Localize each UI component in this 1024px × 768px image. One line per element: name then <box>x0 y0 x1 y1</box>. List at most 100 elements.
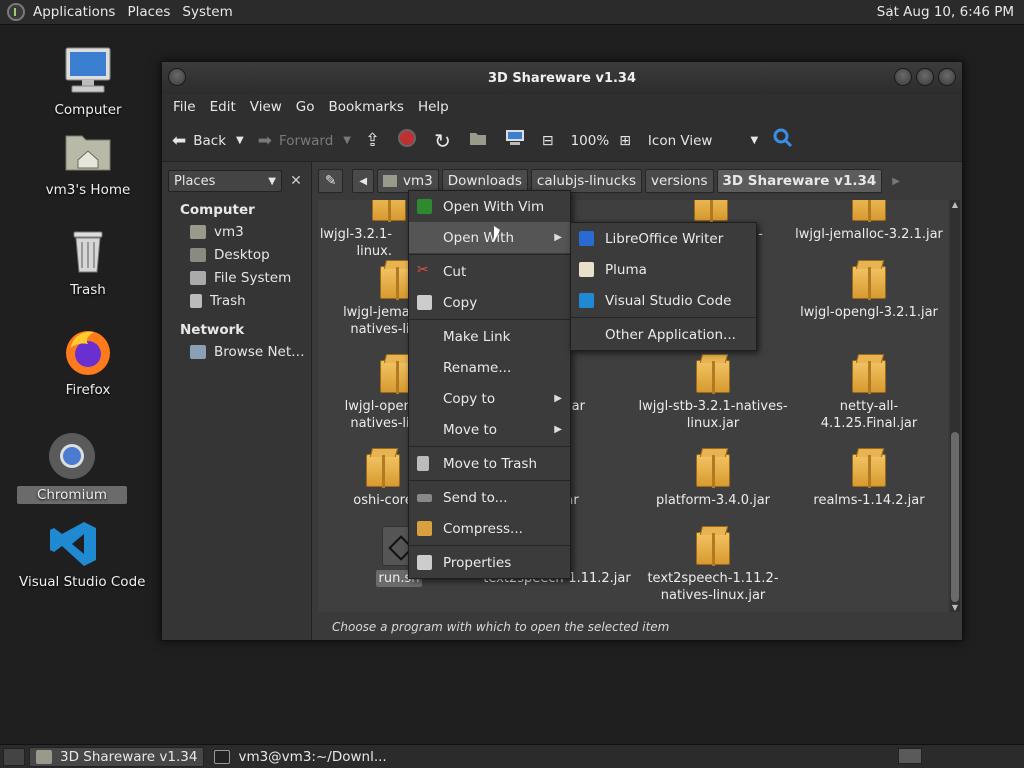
menu-item-move-to-trash[interactable]: Move to Trash <box>409 448 570 479</box>
file-item[interactable]: platform-3.4.0.jar <box>638 448 788 509</box>
forward-button[interactable]: ➡ Forward ▼ <box>258 131 355 151</box>
sidebar-item-trash[interactable]: Trash <box>162 289 311 312</box>
taskbar: 3D Shareware v1.34 vm3@vm3:~/Downl... <box>0 744 1024 768</box>
forward-history-dropdown-icon[interactable]: ▼ <box>343 135 351 146</box>
sidebar-item-desktop[interactable]: Desktop <box>162 243 311 266</box>
chevron-down-icon: ▼ <box>268 175 276 187</box>
breadcrumb-scroll-left[interactable]: ◀ <box>352 169 375 193</box>
places-menu[interactable]: Places <box>121 4 176 20</box>
jar-package-icon <box>696 360 730 394</box>
search-button[interactable] <box>772 127 801 154</box>
open-with-vscode[interactable]: Visual Studio Code <box>571 285 756 316</box>
breadcrumb-label: versions <box>651 173 708 189</box>
maximize-button[interactable] <box>916 68 934 86</box>
menu-item-open-with[interactable]: Open With ▶ <box>409 222 570 253</box>
window-menu-button[interactable] <box>168 68 186 86</box>
file-item[interactable]: lwjgl-stb-3.2.1-natives-linux.jar <box>638 354 788 432</box>
menu-item-copy-to[interactable]: Copy to ▶ <box>409 383 570 414</box>
menu-item-cut[interactable]: ✂ Cut <box>409 256 570 287</box>
mate-logo-icon[interactable] <box>7 3 25 21</box>
places-sidebar: Places ▼ ✕ Computer vm3 Desktop File Sys… <box>162 162 312 640</box>
stop-button[interactable] <box>397 128 424 153</box>
desktop-icon-vscode[interactable]: Visual Studio Code <box>19 518 146 590</box>
desktop-icon-chromium[interactable]: Chromium <box>17 430 127 504</box>
clock[interactable]: Sat Aug 10, 6:46 PM <box>877 4 1014 20</box>
file-item[interactable]: text2speech-1.11.2-natives-linux.jar <box>638 526 788 604</box>
home-button[interactable] <box>468 129 495 152</box>
zoom-level[interactable]: 100% <box>571 133 610 149</box>
close-sidebar-icon[interactable]: ✕ <box>286 171 306 191</box>
chromium-icon <box>46 430 98 482</box>
send-icon <box>417 494 432 502</box>
desktop-icon-trash[interactable]: Trash <box>33 226 143 298</box>
file-item[interactable]: lwjgl-jemalloc-3.2.1.jar <box>794 200 944 243</box>
menu-item-copy[interactable]: Copy <box>409 287 570 318</box>
menu-item-open-with-vim[interactable]: Open With Vim <box>409 191 570 222</box>
menu-item-properties[interactable]: Properties <box>409 547 570 578</box>
reload-button[interactable]: ↻ <box>434 129 458 153</box>
desktop-icon-firefox[interactable]: Firefox <box>33 326 143 398</box>
folder-icon <box>36 749 52 764</box>
menu-bookmarks[interactable]: Bookmarks <box>322 99 411 115</box>
menu-item-make-link[interactable]: Make Link <box>409 321 570 352</box>
menu-item-move-to[interactable]: Move to ▶ <box>409 414 570 445</box>
open-with-other-application[interactable]: Other Application... <box>571 319 756 350</box>
menu-item-label: Copy to <box>443 390 496 407</box>
jar-package-icon <box>852 266 886 300</box>
minimize-button[interactable] <box>894 68 912 86</box>
workspace-switcher[interactable] <box>898 748 922 764</box>
sidebar-item-browse-network[interactable]: Browse Net… <box>162 340 311 363</box>
stop-icon <box>397 128 417 153</box>
applications-menu[interactable]: Applications <box>27 4 121 20</box>
task-file-manager[interactable]: 3D Shareware v1.34 <box>29 746 205 767</box>
breadcrumb-versions[interactable]: versions <box>645 169 714 193</box>
menu-item-send-to[interactable]: Send to... <box>409 482 570 513</box>
sidebar-type-select[interactable]: Places ▼ <box>168 170 282 192</box>
back-history-dropdown-icon[interactable]: ▼ <box>236 135 244 146</box>
sidebar-item-label: Browse Net… <box>214 343 305 360</box>
close-button[interactable] <box>938 68 956 86</box>
reload-icon: ↻ <box>434 128 451 153</box>
up-button[interactable]: ⇪ <box>365 130 387 151</box>
menu-help[interactable]: Help <box>411 99 456 115</box>
scroll-up-icon[interactable]: ▲ <box>950 200 960 209</box>
menu-edit[interactable]: Edit <box>203 99 243 115</box>
open-with-pluma[interactable]: Pluma <box>571 254 756 285</box>
desktop-folder-icon <box>190 247 206 262</box>
scrollbar-thumb[interactable] <box>951 432 959 602</box>
vertical-scrollbar[interactable]: ▲ ▼ <box>950 200 960 612</box>
menu-file[interactable]: File <box>166 99 203 115</box>
jar-package-icon <box>852 454 886 488</box>
breadcrumb-scroll-right[interactable]: ▶ <box>885 169 907 193</box>
file-item[interactable]: realms-1.14.2.jar <box>794 448 944 509</box>
back-label: Back <box>193 132 227 149</box>
file-item[interactable]: lwjgl-opengl-3.2.1.jar <box>794 260 944 321</box>
system-menu[interactable]: System <box>176 4 238 20</box>
zoom-in-button[interactable]: ⊞ <box>619 133 638 149</box>
file-name: text2speech-1.11.2-natives-linux.jar <box>647 571 779 603</box>
breadcrumb-current[interactable]: 3D Shareware v1.34 <box>716 169 883 193</box>
zoom-out-button[interactable]: ⊟ <box>542 133 561 149</box>
desktop-icon-label: Chromium <box>17 486 127 504</box>
view-mode-select[interactable]: Icon View ▼ <box>648 133 762 149</box>
scroll-down-icon[interactable]: ▼ <box>950 603 960 612</box>
computer-button[interactable] <box>505 129 532 152</box>
menu-view[interactable]: View <box>243 99 289 115</box>
window-titlebar[interactable]: 3D Shareware v1.34 <box>162 62 962 94</box>
home-icon <box>468 129 488 152</box>
show-desktop-button[interactable] <box>3 747 25 766</box>
task-terminal[interactable]: vm3@vm3:~/Downl... <box>208 747 392 767</box>
menu-item-compress[interactable]: Compress... <box>409 513 570 544</box>
back-button[interactable]: ⬅ Back ▼ <box>172 131 248 151</box>
sidebar-item-filesystem[interactable]: File System <box>162 266 311 289</box>
file-item[interactable]: netty-all-4.1.25.Final.jar <box>794 354 944 432</box>
desktop-icon-computer[interactable]: Computer <box>33 46 143 118</box>
sidebar-section-computer: Computer <box>180 202 255 218</box>
sidebar-item-vm3[interactable]: vm3 <box>162 220 311 243</box>
menu-item-rename[interactable]: Rename... <box>409 352 570 383</box>
toggle-location-entry-button[interactable]: ✎ <box>318 169 344 193</box>
menu-go[interactable]: Go <box>289 99 322 115</box>
desktop-icon-label: Visual Studio Code <box>19 574 146 590</box>
desktop-icon-home[interactable]: vm3's Home <box>33 126 143 198</box>
open-with-libreoffice-writer[interactable]: LibreOffice Writer <box>571 223 756 254</box>
